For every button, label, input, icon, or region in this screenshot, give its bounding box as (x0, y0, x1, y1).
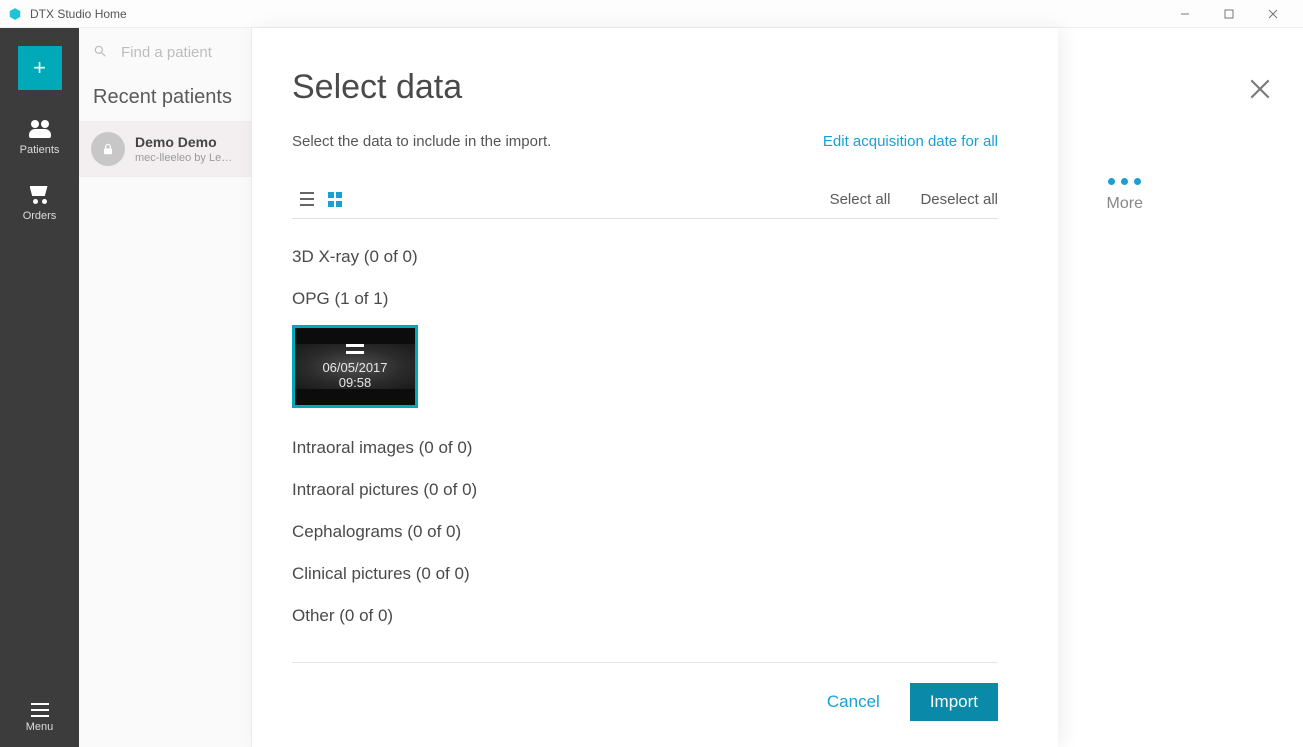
category-opg: OPG (1 of 1) (292, 289, 998, 309)
search-icon (93, 44, 107, 61)
sidebar-item-label: Orders (23, 210, 57, 222)
more-actions-button[interactable]: More (1107, 178, 1143, 213)
patient-list-panel: Recent patients Demo Demo mec-lleeleo by… (79, 28, 252, 747)
more-label: More (1107, 195, 1143, 213)
window-minimize-button[interactable] (1163, 0, 1207, 28)
add-button[interactable]: + (18, 46, 62, 90)
window-close-button[interactable] (1251, 0, 1295, 28)
search-input[interactable] (121, 44, 241, 61)
recent-patients-header: Recent patients (79, 76, 251, 121)
thumbnail-date: 06/05/2017 (322, 360, 387, 375)
patient-list-item[interactable]: Demo Demo mec-lleeleo by Lee.Le (79, 121, 251, 177)
sidebar-item-patients[interactable]: Patients (0, 120, 79, 156)
opg-thumbnail[interactable]: 06/05/2017 09:58 (292, 325, 418, 408)
deselect-all-button[interactable]: Deselect all (920, 191, 998, 208)
patient-name: Demo Demo (135, 134, 235, 150)
sidebar-item-menu[interactable]: Menu (0, 703, 79, 733)
main-sidebar: + Patients Orders Menu (0, 28, 79, 747)
category-intraoral-images: Intraoral images (0 of 0) (292, 438, 998, 458)
edit-acquisition-date-link[interactable]: Edit acquisition date for all (823, 133, 998, 150)
patient-subtext: mec-lleeleo by Lee.Le (135, 152, 235, 164)
window-title: DTX Studio Home (30, 7, 127, 21)
cart-icon (30, 186, 50, 204)
import-button[interactable]: Import (910, 683, 998, 721)
window-maximize-button[interactable] (1207, 0, 1251, 28)
select-data-panel: Select data Select the data to include i… (252, 28, 1058, 747)
menu-icon (31, 703, 49, 717)
category-3d-xray: 3D X-ray (0 of 0) (292, 247, 998, 267)
category-clinical-pictures: Clinical pictures (0 of 0) (292, 564, 998, 584)
sidebar-item-label: Menu (26, 721, 54, 733)
category-intraoral-pictures: Intraoral pictures (0 of 0) (292, 480, 998, 500)
sidebar-item-orders[interactable]: Orders (0, 186, 79, 222)
category-other: Other (0 of 0) (292, 606, 998, 626)
lock-icon (91, 132, 125, 166)
content-area: More Select data Select the data to incl… (252, 28, 1303, 747)
cancel-button[interactable]: Cancel (821, 684, 886, 720)
select-all-button[interactable]: Select all (830, 191, 891, 208)
thumbnail-time: 09:58 (339, 375, 372, 390)
stack-icon (346, 344, 364, 354)
window-titlebar: DTX Studio Home (0, 0, 1303, 28)
list-view-toggle[interactable] (300, 190, 314, 208)
sidebar-item-label: Patients (20, 144, 60, 156)
more-dots-icon (1108, 178, 1141, 185)
close-panel-button[interactable] (1247, 76, 1273, 110)
patient-search[interactable] (79, 28, 251, 76)
modal-title: Select data (292, 68, 998, 107)
modal-description: Select the data to include in the import… (292, 133, 551, 150)
app-logo-icon (8, 7, 22, 21)
category-cephalograms: Cephalograms (0 of 0) (292, 522, 998, 542)
grid-view-toggle[interactable] (328, 191, 344, 207)
patients-icon (29, 120, 51, 138)
